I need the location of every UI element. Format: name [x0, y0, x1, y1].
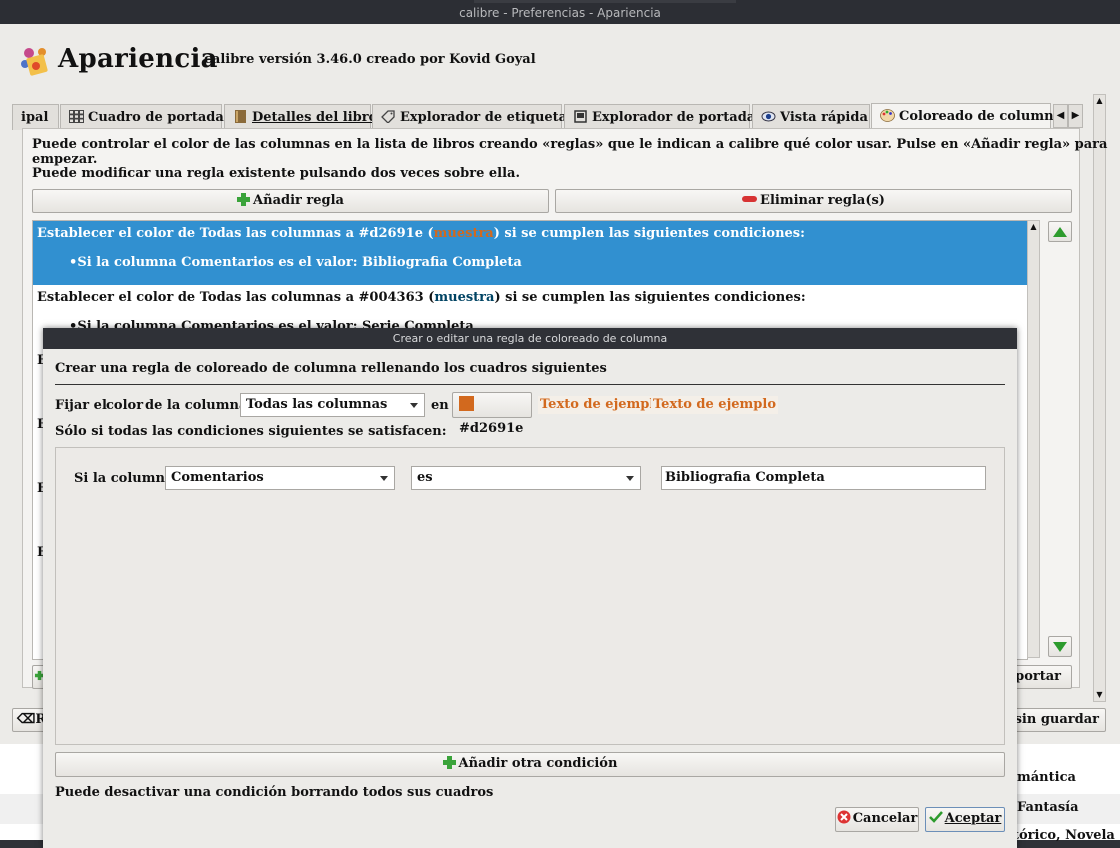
rule-sample: muestra: [434, 290, 495, 305]
cancel-button[interactable]: Cancelar: [835, 807, 919, 832]
plus-icon: [237, 193, 251, 206]
tab-cuadro-de-portadas[interactable]: Cuadro de portadas: [60, 104, 231, 130]
in-label: en: [431, 398, 449, 413]
color-swatch: [459, 396, 474, 411]
grid-icon: [69, 110, 84, 123]
window-titlebar: calibre - Preferencias - Apariencia: [0, 0, 1120, 24]
rule-description: Establecer el color de Todas las columna…: [37, 290, 806, 305]
dialog-heading: Crear una regla de coloreado de columna …: [55, 361, 607, 376]
conditions-label: Sólo si todas las condiciones siguientes…: [55, 424, 447, 439]
palette-icon: [880, 109, 895, 122]
tab-coloreado-de-columna[interactable]: Coloreado de columna: [871, 103, 1062, 130]
plus-icon: [442, 756, 456, 769]
rule-item[interactable]: Establecer el color de Todas las columna…: [33, 285, 1027, 334]
list-item: Fantasía: [1017, 800, 1079, 815]
book-list-background: mántica Fantasía tórico, Novela: [1013, 744, 1120, 843]
conditions-area: Si la columna Comentarios es Bibliografi…: [55, 447, 1005, 745]
tab-detalles-del-libro[interactable]: Detalles del libro: [224, 104, 377, 130]
eye-icon: [761, 111, 776, 122]
tab-label: ipal: [21, 110, 49, 125]
condition-operator-select[interactable]: es: [411, 466, 641, 490]
tab-scroll-right-button[interactable]: ▶: [1068, 104, 1083, 128]
tab-explorador-de-portadas[interactable]: Explorador de portadas: [564, 104, 763, 130]
chevron-down-icon: [410, 403, 418, 408]
book-icon: [235, 110, 246, 123]
add-rule-button[interactable]: Añadir regla: [32, 189, 549, 213]
heading-divider: [55, 384, 1005, 385]
edit-hint-text: Puede modificar una regla existente puls…: [32, 166, 521, 181]
rule-description: Establecer el color de Todas las columna…: [37, 226, 805, 241]
tab-label: Explorador de etiquetas: [400, 110, 575, 125]
minus-icon: [742, 196, 758, 202]
list-item: tórico, Novela: [1013, 828, 1115, 843]
intro-text: Puede controlar el color de las columnas…: [32, 137, 1108, 167]
move-down-button[interactable]: [1048, 636, 1072, 657]
add-condition-button[interactable]: Añadir otra condición: [55, 752, 1005, 777]
tab-label: Vista rápida: [780, 110, 868, 125]
condition-value-input[interactable]: Bibliografia Completa: [661, 466, 986, 490]
of-column-label: de la columna:: [145, 398, 253, 413]
condition-column-select[interactable]: Comentarios: [165, 466, 395, 490]
window-title: calibre - Preferencias - Apariencia: [459, 6, 661, 20]
column-select[interactable]: Todas las columnas: [240, 393, 425, 417]
tab-principal[interactable]: ipal: [12, 104, 59, 130]
tab-explorador-de-etiquetas[interactable]: Explorador de etiquetas: [372, 104, 574, 130]
set-label: Fijar el: [55, 398, 107, 413]
color-picker-button[interactable]: #d2691e: [452, 392, 532, 436]
restore-defaults-button[interactable]: ⌫Ro: [12, 708, 55, 732]
scroll-up-arrow[interactable]: ▲: [1094, 95, 1105, 107]
edit-rule-dialog: Crear o editar una regla de coloreado de…: [43, 328, 1017, 848]
rule-condition: •Si la columna Comentarios es el valor: …: [69, 255, 522, 270]
color-label: color: [106, 398, 144, 413]
arrow-up-icon: [1053, 227, 1067, 237]
sample-text: Texto de ejemplo: [651, 396, 778, 414]
list-item: mántica: [1017, 770, 1076, 785]
version-label: calibre versión 3.46.0 creado por Kovid …: [204, 52, 536, 67]
tab-label: Coloreado de columna: [899, 109, 1062, 124]
disable-hint: Puede desactivar una condición borrando …: [55, 785, 494, 800]
dialog-spacer: [1027, 447, 1040, 747]
rule-sample: muestra: [433, 226, 494, 241]
titlebar-strip: [474, 0, 736, 3]
scroll-down-arrow[interactable]: ▼: [1094, 689, 1105, 701]
list-row: [0, 794, 43, 824]
checkmark-icon: [928, 811, 943, 823]
tab-label: Cuadro de portadas: [88, 110, 232, 125]
tab-vista-rapida[interactable]: Vista rápida: [752, 104, 870, 130]
cancel-icon: [837, 810, 851, 824]
tab-scroll-left-button[interactable]: ◀: [1053, 104, 1068, 128]
dialog-title: Crear o editar una regla de coloreado de…: [43, 328, 1017, 349]
tab-label: Explorador de portadas: [592, 110, 763, 125]
backspace-icon: ⌫: [17, 712, 36, 727]
book-list-background-left: [0, 744, 43, 840]
rule-item[interactable]: Establecer el color de Todas las columna…: [33, 221, 1027, 285]
tab-label: Detalles del libro: [252, 110, 378, 125]
calibre-icon: [21, 48, 48, 76]
chevron-down-icon: [380, 476, 388, 481]
accept-button[interactable]: Aceptar: [925, 807, 1005, 832]
arrow-down-icon: [1053, 642, 1067, 652]
chevron-down-icon: [626, 476, 634, 481]
scroll-up-arrow[interactable]: ▲: [1028, 221, 1039, 233]
move-up-button[interactable]: [1048, 221, 1072, 242]
remove-rules-button[interactable]: Eliminar regla(s): [555, 189, 1072, 213]
tag-icon: [381, 110, 395, 123]
cover-icon: [574, 110, 587, 123]
condition-label: Si la columna: [74, 471, 174, 486]
sample-text: Texto de ejemplo: [538, 396, 665, 414]
window-scrollbar[interactable]: ▲ ▼: [1093, 94, 1106, 702]
page-title: Apariencia: [58, 44, 218, 74]
